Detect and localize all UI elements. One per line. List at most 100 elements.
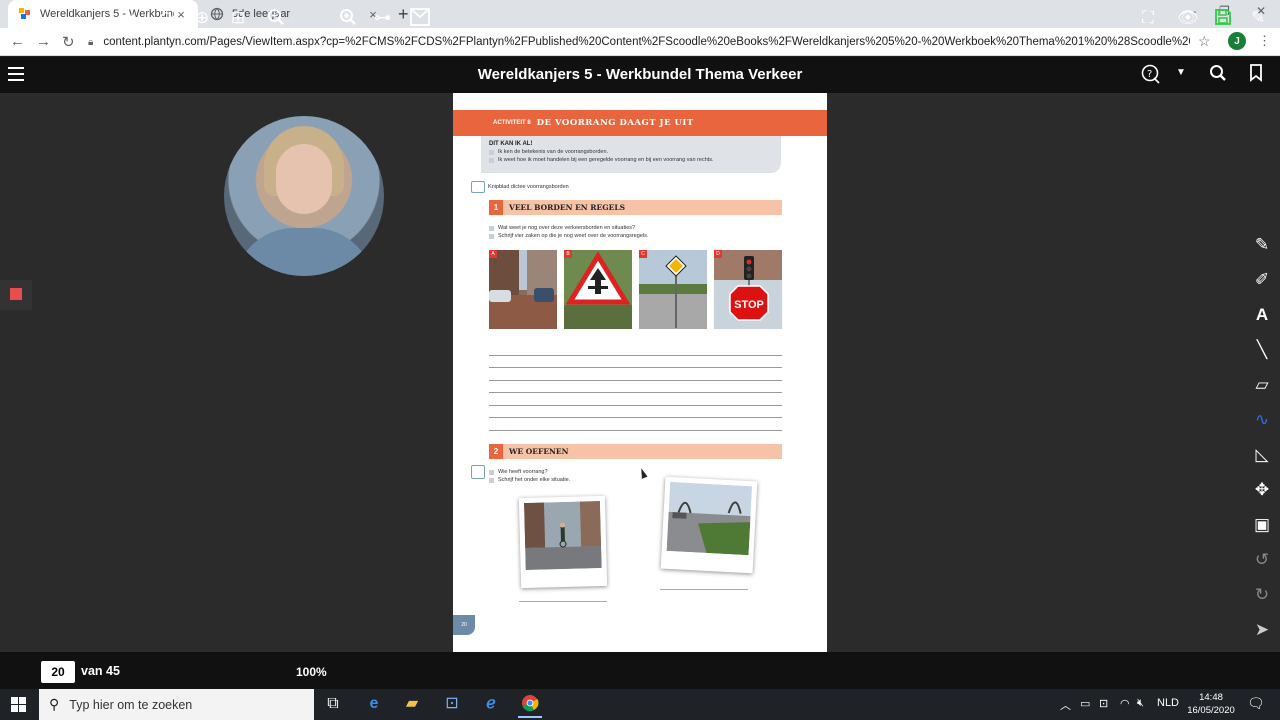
- language-indicator[interactable]: NLD: [1157, 697, 1179, 709]
- table-of-contents-icon[interactable]: ⊞: [231, 8, 245, 28]
- reload-icon[interactable]: ↻: [62, 33, 75, 51]
- battery-icon[interactable]: ▭: [1080, 697, 1090, 710]
- bookmark-star-icon[interactable]: ☆: [1198, 33, 1211, 50]
- profile-avatar[interactable]: J: [1228, 32, 1246, 50]
- fit-width-icon[interactable]: ⊶: [374, 8, 391, 28]
- save-icon[interactable]: [1214, 8, 1232, 31]
- forward-arrow-icon[interactable]: →: [36, 33, 51, 50]
- previous-page-arrow-icon[interactable]: ⬅: [7, 8, 21, 28]
- windows-search-box[interactable]: ⚲ Typ hier om te zoeken: [39, 689, 314, 720]
- annotation-pencil-icon[interactable]: ✎: [1251, 8, 1265, 28]
- exercise-icon: [471, 465, 485, 479]
- search-icon: ⚲: [49, 696, 60, 712]
- clock-date: 16/05/2020: [1187, 705, 1235, 716]
- move-arrows-icon[interactable]: ✥: [1244, 475, 1280, 505]
- dropdown-caret-icon[interactable]: ▼: [1176, 67, 1186, 78]
- pointer-icon[interactable]: ➤: [1244, 615, 1280, 645]
- next-page-arrow-icon[interactable]: ➡: [122, 8, 136, 28]
- volume-muted-icon[interactable]: 🔇︎: [1137, 697, 1144, 710]
- undo-icon[interactable]: ↺: [1244, 545, 1280, 575]
- chrome-icon[interactable]: [518, 694, 542, 718]
- wifi-icon[interactable]: ◠: [1120, 697, 1130, 710]
- system-clock[interactable]: 14:48 16/05/2020: [1186, 691, 1236, 717]
- image-icon[interactable]: ▣: [1244, 510, 1280, 540]
- knipblad-link[interactable]: Knipblad dictee voorrangsborden: [471, 181, 569, 193]
- tab-title: Wereldkanjers 5 - Werkbundel Th: [40, 8, 174, 20]
- zoom-in-icon[interactable]: [339, 8, 357, 31]
- section-2-instructions: Wie heeft voorrang? Schrijf het onder el…: [489, 469, 570, 485]
- can-do-box: DIT KAN IK AL! Ik ken de betekenis van d…: [481, 136, 781, 173]
- annotation-toolbar: ✎ ✐ A ╲ ▱ ∿ ◺ ✥ ▣ ↺ ↻ ➤: [1244, 228, 1280, 652]
- photo-label: A: [489, 250, 497, 258]
- section-number: 1: [489, 200, 503, 215]
- history-forward-icon[interactable]: ⊕: [195, 8, 209, 28]
- photo-priority-sign[interactable]: B: [564, 250, 632, 329]
- can-do-heading: DIT KAN IK AL!: [489, 141, 533, 147]
- tab-5de-leerjaar[interactable]: 5de leerjaar ×: [200, 0, 390, 28]
- windows-start-icon[interactable]: [11, 697, 26, 712]
- answer-line[interactable]: [660, 589, 748, 590]
- photo-priority-road[interactable]: C: [639, 250, 707, 329]
- active-app-indicator: [518, 716, 542, 718]
- tab-close-icon[interactable]: ×: [174, 7, 188, 22]
- webcam-overlay[interactable]: [224, 116, 384, 276]
- address-bar[interactable]: 🔒︎ content.plantyn.com/Pages/ViewItem.as…: [88, 31, 1190, 53]
- history-back-icon[interactable]: ⊖: [159, 8, 173, 28]
- file-explorer-icon[interactable]: ▰: [400, 694, 424, 714]
- visibility-eye-icon[interactable]: 👁︎: [1177, 8, 1199, 28]
- text-tool-icon[interactable]: A: [1244, 300, 1280, 330]
- section-title: VEEL BORDEN EN REGELS: [509, 203, 626, 212]
- page-number-input[interactable]: 20: [41, 661, 75, 683]
- page-spread-icon[interactable]: [410, 8, 430, 31]
- new-tab-button[interactable]: +: [398, 4, 409, 25]
- store-icon[interactable]: ⊡: [440, 694, 464, 714]
- fullscreen-icon[interactable]: ⛶: [1142, 8, 1154, 28]
- activity-title: DE VOORRANG DAAGT JE UIT: [536, 118, 694, 128]
- section-2-header: 2 WE OEFENEN: [489, 444, 782, 459]
- checkbox[interactable]: [489, 149, 494, 155]
- edge-icon[interactable]: e: [362, 694, 386, 714]
- search-placeholder: Typ hier om te zoeken: [69, 697, 193, 712]
- photo-label: D: [714, 250, 722, 258]
- zoom-out-icon[interactable]: [267, 8, 285, 31]
- photo-street[interactable]: A: [489, 250, 557, 329]
- globe-icon: [210, 7, 224, 21]
- zoom-level: 100%: [296, 665, 327, 679]
- page-number-tab: 20: [453, 615, 475, 635]
- photo-label: B: [564, 250, 572, 258]
- action-camera-icon[interactable]: ⊡: [1099, 697, 1108, 710]
- internet-explorer-icon[interactable]: ℯ: [479, 694, 503, 714]
- clock-time: 14:48: [1199, 692, 1223, 703]
- photo-stop-sign[interactable]: STOP D: [714, 250, 782, 329]
- ruler-triangle-icon[interactable]: ◺: [1244, 440, 1280, 470]
- writing-lines[interactable]: [489, 343, 782, 431]
- help-icon[interactable]: ?: [1141, 64, 1161, 89]
- back-arrow-icon[interactable]: ←: [10, 33, 25, 50]
- reader-bottom-bar: [0, 652, 1280, 689]
- redo-icon[interactable]: ↻: [1244, 580, 1280, 610]
- line-tool-icon[interactable]: ╲: [1244, 335, 1280, 365]
- polaroid-photo-crossroad[interactable]: [660, 476, 758, 574]
- book-title: Wereldkanjers 5 - Werkbundel Thema Verke…: [477, 66, 803, 83]
- section-1-instructions: Wat weet je nog over deze verkeersborden…: [489, 225, 648, 241]
- search-icon[interactable]: [1209, 64, 1227, 87]
- record-indicator[interactable]: [0, 280, 32, 310]
- task-view-icon[interactable]: ⧉: [321, 694, 345, 714]
- can-do-item: Ik weet hoe ik moet handelen bij een ger…: [489, 157, 773, 163]
- bookmark-icon[interactable]: [1249, 64, 1263, 87]
- record-square-icon: [10, 288, 22, 300]
- activity-banner: ACTIVITEIT 8 DE VOORRANG DAAGT JE UIT: [453, 110, 827, 136]
- url-text: content.plantyn.com/Pages/ViewItem.aspx?…: [103, 36, 1190, 48]
- eraser-icon[interactable]: ▱: [1244, 370, 1280, 400]
- pencil-icon[interactable]: ✎: [1244, 230, 1280, 260]
- notifications-icon[interactable]: 🗨︎: [1247, 695, 1265, 712]
- browser-menu-icon[interactable]: ⋮: [1258, 33, 1271, 49]
- highlighter-icon[interactable]: ✐: [1244, 265, 1280, 295]
- lock-icon: 🔒︎: [88, 36, 94, 48]
- checkbox[interactable]: [489, 157, 494, 163]
- photo-label: C: [639, 250, 647, 258]
- polaroid-photo-cyclist[interactable]: [518, 495, 608, 589]
- answer-line[interactable]: [519, 601, 607, 602]
- tray-expand-icon[interactable]: ︿: [1060, 697, 1071, 713]
- freehand-wave-icon[interactable]: ∿: [1244, 405, 1280, 435]
